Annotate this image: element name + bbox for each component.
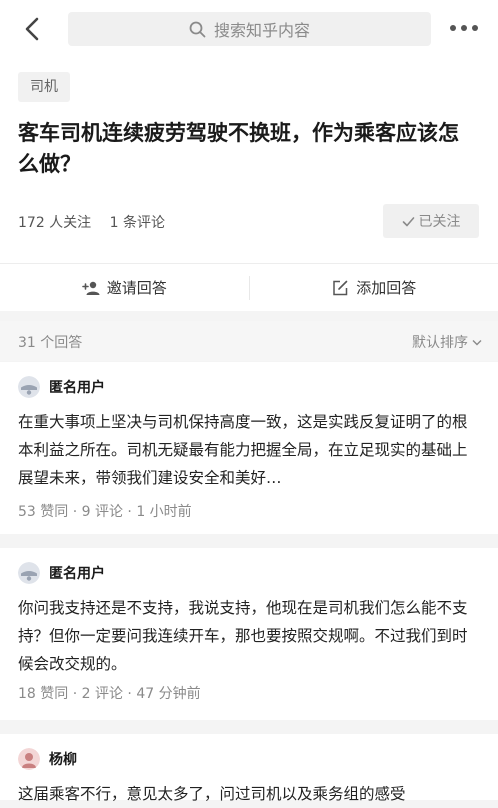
back-icon[interactable] — [20, 16, 46, 42]
follow-button[interactable]: 已关注 — [383, 204, 479, 238]
anonymous-avatar — [18, 562, 40, 584]
answer-item[interactable]: 匿名用户 在重大事项上坚决与司机保持高度一致，这是实践反复证明了的根本利益之所在… — [0, 362, 498, 534]
user-avatar — [18, 748, 40, 770]
answers-count: 31 个回答 — [18, 332, 82, 352]
author-name: 匿名用户 — [49, 377, 105, 397]
sort-label: 默认排序 — [412, 332, 468, 352]
check-icon — [402, 215, 415, 228]
sort-dropdown[interactable]: 默认排序 — [412, 332, 482, 352]
answer-meta: 53 赞同 · 9 评论 · 1 小时前 — [18, 501, 192, 521]
chevron-down-icon — [472, 339, 482, 346]
search-placeholder: 搜索知乎内容 — [214, 17, 310, 41]
answer-item[interactable]: 匿名用户 你问我支持还是不支持，我说支持，他现在是司机我们怎么能不支持？但你一定… — [0, 548, 498, 720]
invite-user-icon — [82, 279, 100, 297]
answer-author[interactable]: 杨柳 — [18, 748, 77, 770]
add-answer-button[interactable]: 添加回答 — [250, 264, 498, 311]
answers-header: 31 个回答 默认排序 — [0, 321, 498, 361]
author-name: 杨柳 — [49, 749, 77, 769]
answer-content: 你问我支持还是不支持，我说支持，他现在是司机我们怎么能不支持？但你一定要问我连续… — [18, 594, 480, 678]
question-card: 司机 客车司机连续疲劳驾驶不换班，作为乘客应该怎么做？ 172 人关注 1 条评… — [0, 58, 498, 311]
search-icon — [189, 21, 206, 38]
anonymous-avatar — [18, 376, 40, 398]
author-name: 匿名用户 — [49, 563, 105, 583]
followers-count[interactable]: 172 人关注 — [18, 215, 91, 231]
action-bar: 邀请回答 添加回答 — [0, 263, 498, 311]
comments-count[interactable]: 1 条评论 — [110, 215, 165, 231]
question-title: 客车司机连续疲劳驾驶不换班，作为乘客应该怎么做？ — [18, 118, 478, 180]
answer-content: 这届乘客不行，意见太多了，问过司机以及乘务组的感受 — [18, 780, 480, 808]
edit-icon — [331, 279, 349, 297]
answer-meta: 18 赞同 · 2 评论 · 47 分钟前 — [18, 683, 201, 703]
follow-label: 已关注 — [419, 211, 461, 231]
top-bar: 搜索知乎内容 — [0, 0, 498, 58]
answer-item[interactable]: 杨柳 这届乘客不行，意见太多了，问过司机以及乘务组的感受 — [0, 734, 498, 800]
answer-content: 在重大事项上坚决与司机保持高度一致，这是实践反复证明了的根本利益之所在。司机无疑… — [18, 408, 480, 492]
answer-author[interactable]: 匿名用户 — [18, 562, 105, 584]
question-meta: 172 人关注 1 条评论 — [18, 212, 179, 232]
invite-answer-label: 邀请回答 — [107, 277, 167, 298]
add-answer-label: 添加回答 — [356, 277, 416, 298]
search-input[interactable]: 搜索知乎内容 — [68, 12, 431, 46]
answer-author[interactable]: 匿名用户 — [18, 376, 105, 398]
topic-tag[interactable]: 司机 — [18, 72, 70, 102]
invite-answer-button[interactable]: 邀请回答 — [0, 264, 249, 311]
more-icon[interactable] — [450, 20, 478, 36]
